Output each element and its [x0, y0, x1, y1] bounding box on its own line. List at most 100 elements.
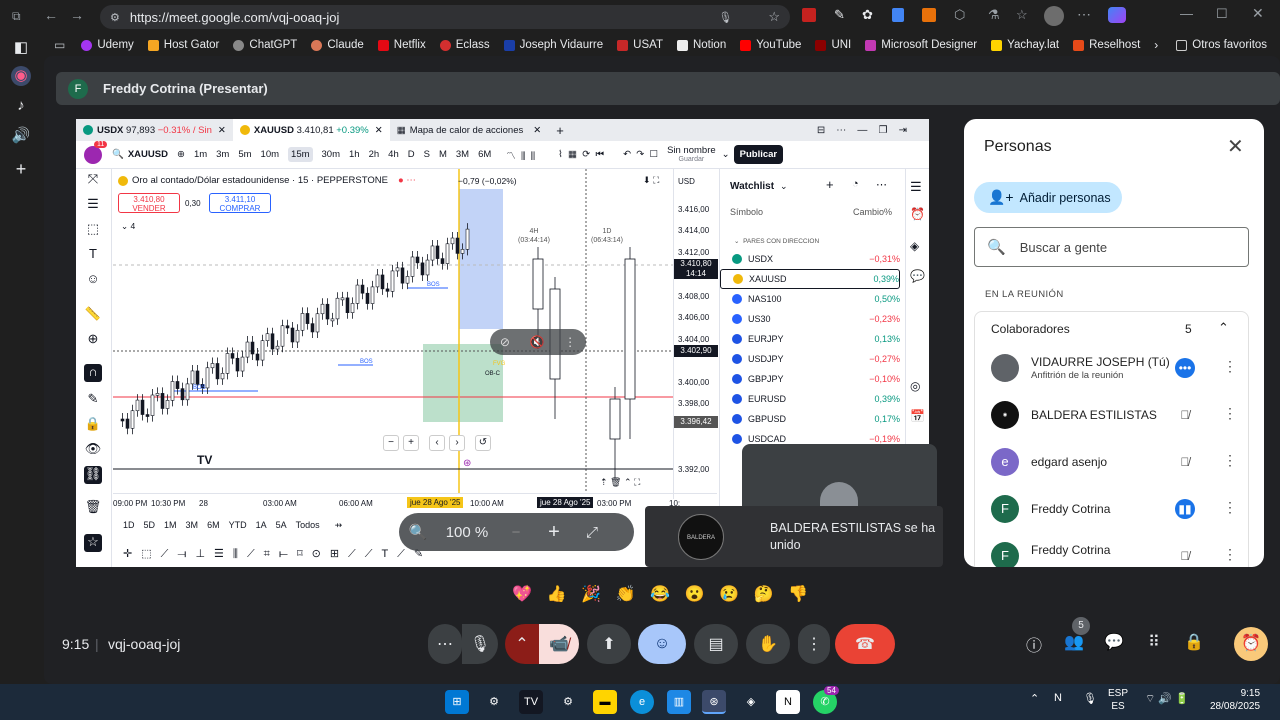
indicators-toggle[interactable]: ⌄ 4	[121, 221, 135, 232]
microphone-icon[interactable]: 🎙	[718, 11, 732, 24]
crosshair-tool-icon[interactable]: ⤧	[84, 171, 102, 189]
participant-row[interactable]: F Freddy Cotrina 🎙̸ ⋮	[975, 534, 1250, 567]
bookmarks-overflow-icon[interactable]: ›	[1154, 38, 1158, 52]
self-view-tile[interactable]	[742, 444, 937, 506]
trello-icon[interactable]: ▥	[667, 690, 691, 714]
watchlist-row-xauusd[interactable]: XAUUSD 0,39%	[720, 269, 900, 289]
range-1a[interactable]: 1A	[256, 520, 267, 530]
unpin-icon[interactable]: ⊘	[500, 335, 510, 349]
zoom-in-icon[interactable]: +	[403, 435, 419, 451]
people-search-input[interactable]: 🔍 Buscar a gente	[974, 227, 1249, 267]
mute-share-icon[interactable]: 🔇	[530, 335, 545, 349]
tf-3m-month[interactable]: 3M	[456, 149, 469, 160]
eyedropper-icon[interactable]: ✎	[834, 7, 845, 23]
close-window-icon[interactable]: ✕	[1252, 5, 1264, 22]
range-5d[interactable]: 5D	[144, 520, 156, 530]
tv-tab-usdx[interactable]: USDX 97,893 −0.31% / Sin ✕	[76, 119, 233, 141]
indicators-icon[interactable]: ⌇ ▦ ⟳ ⏮	[558, 149, 604, 160]
zoom-out-icon[interactable]: −	[383, 435, 399, 451]
range-ytd[interactable]: YTD	[229, 520, 247, 530]
maximize-icon[interactable]: ☐	[1216, 6, 1228, 22]
tab-close-icon[interactable]: ✕	[218, 125, 226, 136]
zoom-search-icon[interactable]: 🔍	[399, 523, 437, 541]
tv-tab-heatmap[interactable]: ▦ Mapa de calor de acciones ✕	[390, 119, 549, 141]
tab-actions-icon[interactable]: ⧉	[12, 9, 21, 24]
present-button[interactable]: ⬆	[587, 624, 631, 664]
lab-icon[interactable]: ⚗	[988, 7, 1000, 23]
watchlist-row-us30[interactable]: US30 −0,23%	[720, 309, 900, 329]
sidebar-app-icon[interactable]: ◉	[11, 66, 31, 86]
ruler-tool-icon[interactable]: 📏	[84, 306, 102, 324]
text-tool-icon[interactable]: T	[84, 246, 102, 264]
overlay-more-icon[interactable]: ⋮	[564, 335, 576, 349]
meeting-info-icon[interactable]: ⓘ	[1022, 632, 1046, 656]
participant-more-icon[interactable]: ⋮	[1223, 546, 1237, 563]
watchlist-row-gbpusd[interactable]: GBPUSD 0,17%	[720, 409, 900, 429]
bookmark-joseph-vidaurre[interactable]: Joseph Vidaurre	[503, 39, 603, 51]
captions-button[interactable]: ▤	[694, 624, 738, 664]
publish-button[interactable]: Publicar	[733, 145, 784, 164]
reaction-thinking[interactable]: 🤔	[754, 584, 774, 604]
bookmark-notion[interactable]: Notion	[676, 39, 726, 51]
back-icon[interactable]: ←	[44, 7, 58, 23]
system-clock[interactable]: 9:15 28/08/2025	[1210, 687, 1260, 713]
tf-15m[interactable]: 15m	[288, 147, 313, 162]
wifi-icon[interactable]: ⌔ 🔊 🔋	[1145, 692, 1189, 706]
tf-s[interactable]: S	[424, 149, 430, 160]
more-options-icon[interactable]: ⋮	[798, 624, 830, 664]
pattern-tool-icon[interactable]: ⬚	[84, 221, 102, 239]
bookmarks-menu-icon[interactable]: ▭	[54, 38, 65, 52]
tf-5m[interactable]: 5m	[238, 149, 251, 160]
speaker-icon[interactable]: 🔊	[11, 126, 31, 146]
watchlist-row-gbpjpy[interactable]: GBPJPY −0,10%	[720, 369, 900, 389]
calendar-icon[interactable]: 📅	[910, 409, 925, 423]
reaction-clap[interactable]: 👏	[616, 584, 636, 604]
link-tool-icon[interactable]: ⛓	[84, 466, 102, 484]
range-3m[interactable]: 3M	[186, 520, 199, 530]
reaction-thumbs-down[interactable]: 👎	[788, 584, 808, 604]
layers-icon[interactable]: ◈	[910, 239, 919, 253]
address-bar[interactable]: ⚙ https://meet.google.com/vqj-ooaq-joj 🎙…	[100, 5, 790, 29]
tf-6m[interactable]: 6M	[478, 149, 491, 160]
participant-more-icon[interactable]: ⋮	[1223, 452, 1237, 469]
chart-corner-icons[interactable]: ⬇ ⛶	[643, 175, 659, 186]
reaction-surprised[interactable]: 😮	[685, 584, 705, 604]
active-app-icon[interactable]: ⊛	[702, 690, 726, 714]
bookmark-youtube[interactable]: YouTube	[740, 39, 801, 51]
taskbar-app-3-icon[interactable]: ⚙	[556, 690, 580, 714]
tf-4h[interactable]: 4h	[388, 149, 399, 160]
tf-m[interactable]: M	[439, 149, 447, 160]
reaction-party[interactable]: 🎉	[581, 584, 601, 604]
fit-screen-icon[interactable]: ⤢	[573, 524, 611, 541]
zoom-tool-icon[interactable]: ⊕	[84, 331, 102, 349]
reaction-laugh[interactable]: 😂	[650, 584, 670, 604]
host-controls-icon[interactable]: 🔒	[1182, 632, 1206, 656]
range-6m[interactable]: 6M	[207, 520, 220, 530]
tv-tab-xauusd[interactable]: XAUUSD 3.410,81 +0.39% ✕	[232, 119, 390, 141]
tab-close-icon[interactable]: ✕	[533, 125, 541, 136]
tv-user-avatar[interactable]: 11	[84, 140, 108, 164]
watchlist-row-eurjpy[interactable]: EURJPY 0,13%	[720, 329, 900, 349]
watchlist-more-icon[interactable]: ⋯	[876, 178, 887, 191]
meeting-code[interactable]: vqj-ooaq-joj	[108, 636, 180, 652]
raise-hand-button[interactable]: ✋	[746, 624, 790, 664]
visibility-tool-icon[interactable]: 👁	[84, 441, 102, 459]
bookmark-netflix[interactable]: Netflix	[377, 39, 426, 51]
sell-button[interactable]: 3.410,80 VENDER	[118, 193, 180, 213]
keyboard-language[interactable]: ESP ES	[1108, 687, 1128, 713]
watchlist-row-usdx[interactable]: USDX −0,31%	[720, 249, 900, 269]
new-tab-icon[interactable]: +	[556, 123, 564, 138]
target-icon[interactable]: ◎	[910, 379, 920, 393]
notion-icon[interactable]: N	[776, 690, 800, 714]
activities-icon[interactable]: ⠿	[1142, 632, 1166, 656]
tf-1h[interactable]: 1h	[349, 149, 360, 160]
bookmark-uni[interactable]: UNI	[815, 39, 851, 51]
watchlist-toggle-icon[interactable]: ☰	[910, 179, 922, 195]
profile-avatar[interactable]	[1044, 6, 1064, 26]
participant-row[interactable]: e edgard asenjo 🎙̸ ⋮	[975, 440, 1250, 486]
watchlist-row-nas100[interactable]: NAS100 0,50%	[720, 289, 900, 309]
tf-1m[interactable]: 1m	[194, 149, 207, 160]
puzzle-icon[interactable]: ⬡	[954, 7, 965, 23]
people-icon[interactable]: 👥	[1062, 632, 1086, 656]
bookmark-eclass[interactable]: Eclass	[439, 39, 490, 51]
